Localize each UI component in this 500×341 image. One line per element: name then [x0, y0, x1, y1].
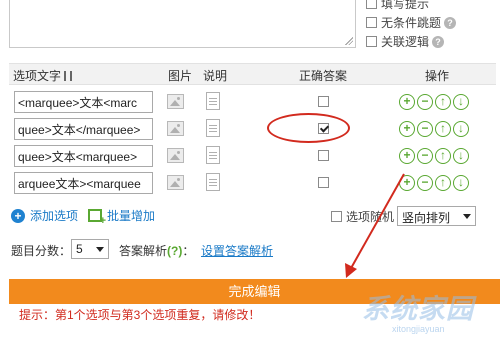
score-row: 题目分数： 5 答案解析(?)： 设置答案解析: [11, 239, 496, 261]
remove-row-icon[interactable]: −: [417, 148, 433, 164]
option-text-header: 选项文字: [13, 67, 73, 84]
batch-add-icon: [88, 209, 106, 227]
correct-answer-checkbox[interactable]: [318, 177, 329, 188]
add-row-icon[interactable]: +: [399, 94, 415, 110]
score-value: 5: [76, 242, 83, 256]
chevron-down-icon: [463, 214, 471, 219]
set-analysis-link[interactable]: 设置答案解析: [201, 242, 273, 259]
correct-answer-checkbox[interactable]: [318, 150, 329, 161]
move-down-icon[interactable]: ↓: [453, 94, 469, 110]
add-option-button[interactable]: + 添加选项: [11, 207, 78, 224]
unconditional-jump-checkbox[interactable]: [366, 17, 377, 28]
option-row: + − ↑ ↓: [9, 89, 496, 116]
row-actions: + − ↑ ↓: [399, 94, 469, 110]
unconditional-jump-label: 无条件跳题: [381, 16, 442, 30]
move-up-icon[interactable]: ↑: [435, 94, 451, 110]
help-icon[interactable]: ?: [444, 16, 457, 29]
sort-icon[interactable]: [64, 71, 73, 81]
highlight-ellipse: [267, 113, 350, 143]
move-down-icon[interactable]: ↓: [453, 175, 469, 191]
remove-row-icon[interactable]: −: [417, 121, 433, 137]
option-text-header-label: 选项文字: [13, 69, 62, 83]
annotation-arrow: [345, 173, 405, 278]
correct-answer-checkbox[interactable]: [318, 96, 329, 107]
option-row: + − ↑ ↓: [9, 170, 496, 197]
help-icon[interactable]: ?: [432, 35, 445, 48]
score-label: 题目分数：: [11, 244, 72, 258]
fill-hint-checkbox[interactable]: [366, 0, 377, 9]
add-option-label: 添加选项: [30, 209, 79, 223]
move-up-icon[interactable]: ↑: [435, 148, 451, 164]
option-text-input[interactable]: [14, 172, 153, 194]
answer-analysis-label: 答案解析: [119, 244, 168, 258]
remove-row-icon[interactable]: −: [417, 94, 433, 110]
note-icon[interactable]: [206, 173, 220, 191]
answer-analysis: 答案解析(?)：: [119, 242, 194, 259]
duplicate-warning: 提示：第1个选项与第3个选项重复，请修改！: [19, 308, 261, 322]
add-row-icon[interactable]: +: [399, 121, 415, 137]
image-icon[interactable]: [167, 148, 184, 163]
analysis-separator: ：: [182, 244, 195, 258]
option-text-input[interactable]: [14, 118, 153, 140]
chevron-down-icon: [96, 247, 104, 252]
image-icon[interactable]: [167, 94, 184, 109]
move-up-icon[interactable]: ↑: [435, 175, 451, 191]
watermark-logo: 系统家园: [362, 294, 474, 324]
row-actions: + − ↑ ↓: [399, 121, 469, 137]
related-logic-label: 关联逻辑: [381, 35, 430, 49]
options-toolbar: + 添加选项 批量增加 选项随机 竖向排列: [9, 205, 496, 227]
image-header: 图片: [168, 69, 193, 83]
batch-add-button[interactable]: 批量增加: [88, 207, 156, 227]
related-logic-option[interactable]: 关联逻辑 ?: [366, 32, 456, 51]
note-icon[interactable]: [206, 92, 220, 110]
question-textarea[interactable]: [9, 0, 356, 48]
move-down-icon[interactable]: ↓: [453, 148, 469, 164]
option-text-input[interactable]: [14, 145, 153, 167]
note-icon[interactable]: [206, 119, 220, 137]
actions-header: 操作: [425, 69, 450, 83]
row-actions: + − ↑ ↓: [399, 148, 469, 164]
plus-circle-icon: +: [11, 208, 25, 223]
option-row: + − ↑ ↓: [9, 116, 496, 143]
options-table-header: 选项文字 图片 说明 正确答案 操作: [9, 63, 496, 85]
batch-add-label: 批量增加: [107, 209, 156, 223]
add-row-icon[interactable]: +: [399, 148, 415, 164]
move-down-icon[interactable]: ↓: [453, 121, 469, 137]
move-up-icon[interactable]: ↑: [435, 121, 451, 137]
watermark-subtext: xitongjiayuan: [392, 324, 445, 334]
option-row: + − ↑ ↓: [9, 143, 496, 170]
option-text-input[interactable]: [14, 91, 153, 113]
image-icon[interactable]: [167, 121, 184, 136]
related-logic-checkbox[interactable]: [366, 36, 377, 47]
score-select[interactable]: 5: [71, 239, 109, 259]
image-icon[interactable]: [167, 175, 184, 190]
fill-hint-option[interactable]: 填写提示: [366, 0, 456, 13]
analysis-help[interactable]: (?): [167, 244, 182, 258]
note-icon[interactable]: [206, 146, 220, 164]
fill-hint-label: 填写提示: [381, 0, 430, 11]
question-side-options: 填写提示 无条件跳题 ? 关联逻辑 ?: [366, 0, 457, 51]
unconditional-jump-option[interactable]: 无条件跳题 ?: [366, 13, 457, 32]
note-header: 说明: [203, 69, 228, 83]
correct-answer-header: 正确答案: [299, 69, 348, 83]
remove-row-icon[interactable]: −: [417, 175, 433, 191]
resize-handle-icon[interactable]: [345, 37, 353, 45]
